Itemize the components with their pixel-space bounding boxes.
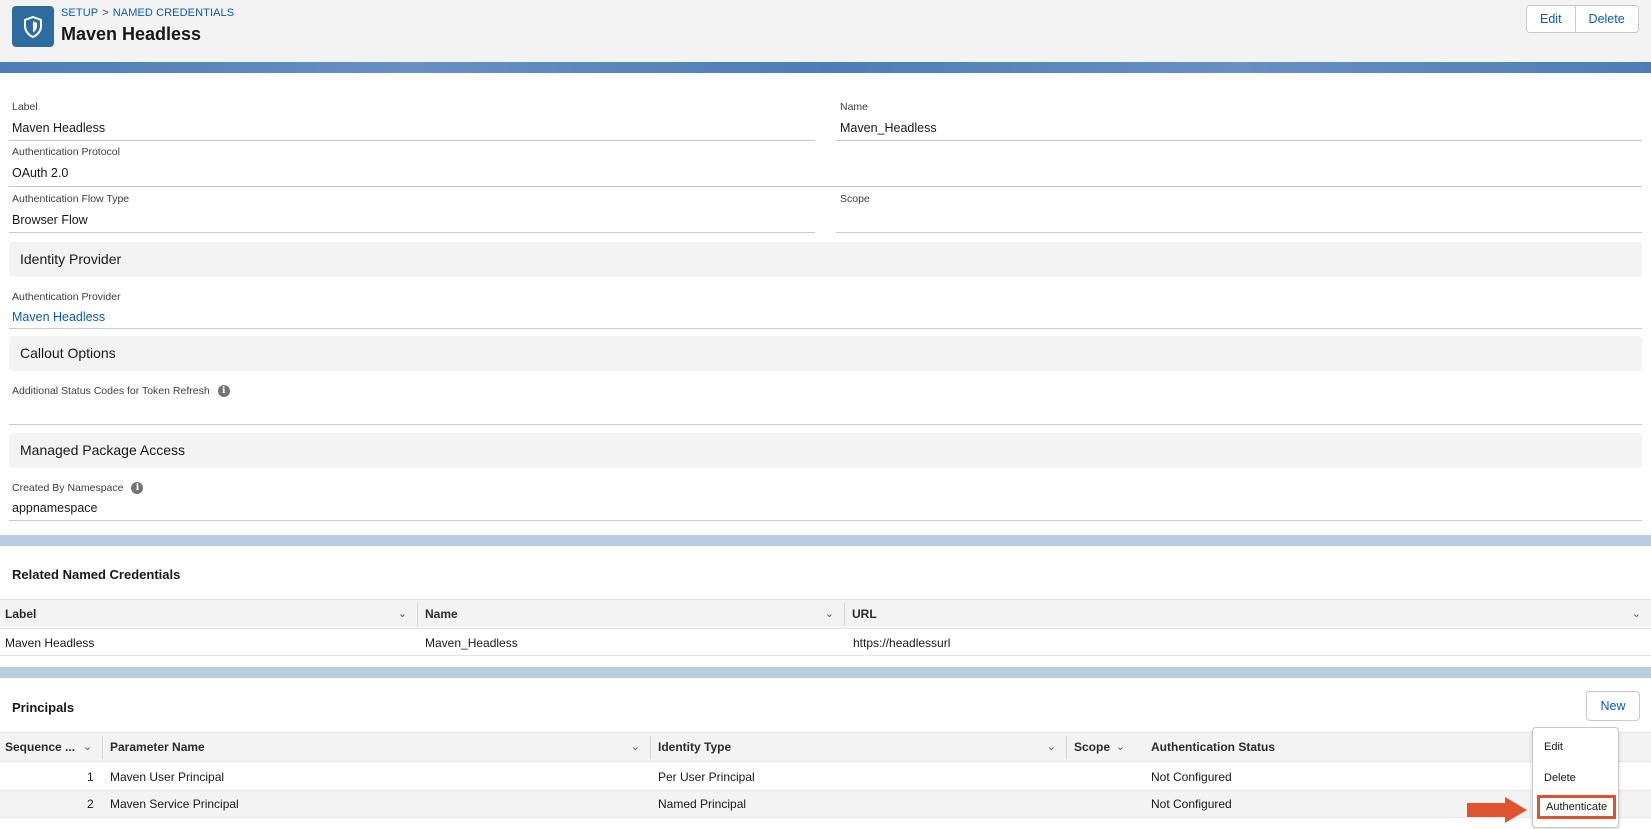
- header-button-group: Edit Delete: [1526, 5, 1639, 33]
- breadcrumb-setup[interactable]: SETUP: [61, 7, 98, 19]
- principal-row-2-parameter: Maven Service Principal: [110, 797, 239, 811]
- chevron-down-icon[interactable]: ⌄: [398, 600, 407, 629]
- column-header-url[interactable]: URL ⌄: [847, 600, 1651, 629]
- column-divider: [417, 603, 418, 626]
- name-field-label: Name: [840, 101, 869, 113]
- new-principal-button[interactable]: New: [1586, 691, 1640, 721]
- auth-protocol-value: OAuth 2.0: [12, 166, 69, 180]
- field-divider: [9, 424, 1642, 425]
- principal-row-1-sequence: 1: [87, 770, 94, 784]
- section-separator-band: [0, 667, 1651, 678]
- column-divider: [844, 603, 845, 626]
- section-callout-options: Callout Options: [9, 336, 1642, 371]
- column-header-scope[interactable]: Scope ⌄: [1069, 733, 1135, 762]
- shield-icon: [12, 6, 54, 47]
- field-divider: [9, 328, 1642, 329]
- chevron-down-icon[interactable]: ⌄: [825, 600, 834, 629]
- field-divider: [836, 232, 1642, 233]
- column-divider: [650, 736, 651, 759]
- principal-row-2-status: Not Configured: [1151, 797, 1232, 811]
- row-divider: [0, 817, 1651, 818]
- principals-table-header: Sequence ... ⌄ Parameter Name ⌄ Identity T…: [0, 732, 1651, 762]
- chevron-down-icon[interactable]: ⌄: [631, 733, 640, 762]
- principals-title: Principals: [12, 700, 75, 715]
- row-divider: [0, 655, 1651, 656]
- header-decorative-band: [0, 62, 1651, 73]
- chevron-down-icon[interactable]: ⌄: [1632, 600, 1641, 629]
- principal-row-1-status: Not Configured: [1151, 770, 1232, 784]
- chevron-down-icon[interactable]: ⌄: [1116, 733, 1125, 762]
- field-divider: [836, 140, 1642, 141]
- menu-item-authenticate[interactable]: Authenticate: [1537, 795, 1616, 819]
- edit-button[interactable]: Edit: [1527, 6, 1575, 32]
- delete-button[interactable]: Delete: [1574, 6, 1638, 32]
- column-header-label[interactable]: Label ⌄: [0, 600, 417, 629]
- principal-row-1-identity: Per User Principal: [658, 770, 755, 784]
- section-separator-band: [0, 535, 1651, 546]
- related-table-header: Label ⌄ Name ⌄ URL ⌄: [0, 599, 1651, 629]
- related-row-name: Maven_Headless: [425, 636, 518, 650]
- field-divider: [9, 520, 1642, 521]
- principal-row-2-sequence: 2: [87, 797, 94, 811]
- related-row-label-link[interactable]: Maven Headless: [5, 636, 94, 650]
- table-row-selected[interactable]: [0, 791, 1651, 817]
- status-codes-label-wrap: Additional Status Codes for Token Refres…: [12, 385, 230, 398]
- column-header-name[interactable]: Name ⌄: [420, 600, 844, 629]
- breadcrumb-separator: >: [102, 7, 109, 19]
- menu-item-delete[interactable]: Delete: [1533, 772, 1618, 784]
- column-header-parameter-name[interactable]: Parameter Name ⌄: [105, 733, 650, 762]
- label-field-value: Maven Headless: [12, 121, 106, 135]
- field-divider: [9, 140, 815, 141]
- field-divider: [9, 232, 815, 233]
- flow-type-value: Browser Flow: [12, 213, 88, 227]
- page-title: Maven Headless: [61, 24, 202, 44]
- breadcrumb: SETUP > NAMED CREDENTIALS: [61, 7, 234, 19]
- column-divider: [1066, 736, 1067, 759]
- arrow-right-icon: [1467, 797, 1527, 823]
- principal-row-2-identity: Named Principal: [658, 797, 747, 811]
- scope-label: Scope: [840, 193, 870, 205]
- status-codes-label: Additional Status Codes for Token Refres…: [12, 385, 210, 397]
- section-identity-provider: Identity Provider: [9, 242, 1642, 277]
- column-header-identity-type[interactable]: Identity Type ⌄: [653, 733, 1066, 762]
- column-divider: [102, 736, 103, 759]
- row-actions-menu: Edit Delete Authenticate: [1532, 727, 1619, 828]
- chevron-down-icon[interactable]: ⌄: [1047, 733, 1056, 762]
- info-icon[interactable]: i: [131, 482, 144, 495]
- column-header-sequence[interactable]: Sequence ... ⌄: [0, 733, 102, 762]
- page-header: SETUP > NAMED CREDENTIALS Maven Headless E…: [0, 0, 1651, 62]
- related-named-credentials-title: Related Named Credentials: [12, 567, 181, 582]
- auth-provider-link[interactable]: Maven Headless: [12, 310, 105, 324]
- column-header-auth-status[interactable]: Authentication Status: [1146, 733, 1546, 762]
- related-row-url: https://headlessurl: [853, 636, 951, 650]
- info-icon[interactable]: i: [217, 385, 230, 398]
- label-field-label: Label: [12, 101, 38, 113]
- namespace-label-wrap: Created By Namespace i: [12, 482, 144, 495]
- field-divider: [9, 186, 1642, 187]
- name-field-value: Maven_Headless: [840, 121, 937, 135]
- section-managed-package-access: Managed Package Access: [9, 433, 1642, 468]
- principal-row-1-parameter: Maven User Principal: [110, 770, 225, 784]
- menu-item-edit[interactable]: Edit: [1533, 741, 1618, 753]
- namespace-value: appnamespace: [12, 501, 98, 515]
- auth-provider-label: Authentication Provider: [12, 291, 121, 303]
- auth-protocol-label: Authentication Protocol: [12, 146, 120, 158]
- namespace-label: Created By Namespace: [12, 482, 124, 494]
- flow-type-label: Authentication Flow Type: [12, 193, 130, 205]
- breadcrumb-named-credentials[interactable]: NAMED CREDENTIALS: [113, 7, 235, 19]
- chevron-down-icon[interactable]: ⌄: [83, 733, 92, 762]
